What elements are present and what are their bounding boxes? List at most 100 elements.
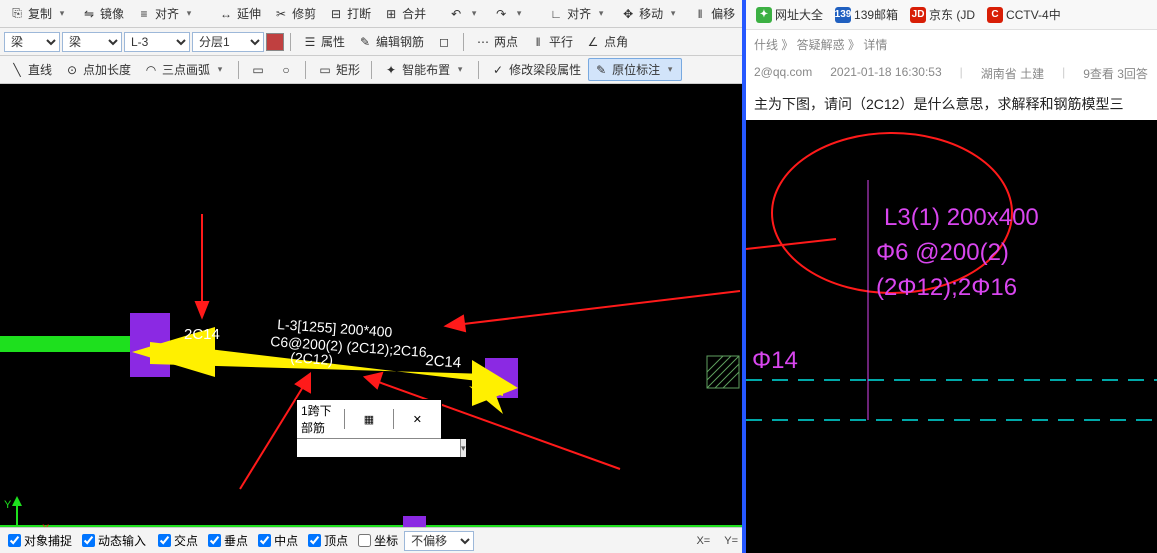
layer-select[interactable]: 分层1 [192, 32, 264, 52]
merge-icon: ⊞ [383, 6, 399, 22]
cross-toggle[interactable]: 交点 [154, 530, 202, 551]
toolbar-row-2: 梁 梁 L-3 分层1 ☰属性 ✎编辑钢筋 ◻ ⋯两点 ‖平行 ∠点角 [0, 28, 742, 56]
tab-jd[interactable]: JD京东 (JD [906, 4, 979, 25]
props-button[interactable]: ☰属性 [297, 30, 350, 53]
tool-a[interactable]: ▭ [245, 59, 271, 81]
right-cad-svg: L3(1) 200x400 Φ6 @200(2) (2Φ12);2Φ16 Φ14 [746, 120, 1157, 540]
beam-line-3: (2C12) [290, 349, 334, 368]
corner-button[interactable]: ∟对齐▾ [543, 2, 613, 25]
angle-button[interactable]: ∠点角 [580, 30, 633, 53]
arc3-button[interactable]: ◠三点画弧▾ [138, 58, 232, 81]
extend-icon: ↔ [218, 6, 234, 22]
beam-left [0, 336, 133, 352]
modseg-button[interactable]: ✓修改梁段属性 [485, 58, 586, 81]
vert-toggle[interactable]: 顶点 [304, 530, 352, 551]
popup-grid-icon[interactable]: ▦ [344, 409, 392, 429]
question-title: 主为下图，请问（2C12）是什么意思，求解释和钢筋模型三 [746, 88, 1157, 120]
merge-button[interactable]: ⊞合并 [378, 2, 431, 25]
ucs-axis: Y X [4, 496, 58, 527]
cad-canvas[interactable]: 2C14 L-3[1255] 200*400 C6@200(2) (2C12);… [0, 84, 742, 527]
twopt-button[interactable]: ⋯两点 [470, 30, 523, 53]
rebar-popup: 1跨下部筋 ▦ ✕ ▾ [296, 399, 442, 458]
redo-icon: ↷ [493, 6, 509, 22]
coord-readout: X= Y= [696, 535, 738, 547]
osnap-toggle[interactable]: 对象捕捉 [4, 530, 76, 551]
edit-rebar-button[interactable]: ✎编辑钢筋 [352, 30, 429, 53]
label-icon: ✎ [593, 62, 609, 78]
rebar-label-2: 2C14 [425, 352, 462, 371]
layer-color-icon [266, 33, 284, 51]
cctv-icon: C [987, 7, 1003, 23]
corner-icon: ∟ [548, 6, 564, 22]
mirror-button[interactable]: ⇋镜像 [76, 2, 129, 25]
perp-toggle[interactable]: 垂点 [204, 530, 252, 551]
offset-button[interactable]: ‖偏移 [687, 2, 740, 25]
popup-title: 1跨下部筋 [297, 400, 344, 438]
line-button[interactable]: ╲直线 [4, 58, 57, 81]
rebar-label-1: 2C14 [184, 326, 220, 343]
smart-button[interactable]: ✦智能布置▾ [378, 58, 472, 81]
right-cad-canvas: L3(1) 200x400 Φ6 @200(2) (2Φ12);2Φ16 Φ14 [746, 120, 1157, 553]
dyninput-toggle[interactable]: 动态输入 [78, 530, 150, 551]
copy-button[interactable]: ⎘复制▾ [4, 2, 74, 25]
check-icon: ✓ [490, 62, 506, 78]
tab-all[interactable]: ✦网址大全 [752, 4, 827, 25]
extendlen-button[interactable]: ⊙点加长度 [59, 58, 136, 81]
popup-input[interactable] [297, 439, 460, 457]
popup-dropdown-icon[interactable]: ▾ [460, 439, 466, 457]
rect-small-icon: ▭ [250, 62, 266, 78]
arc-icon: ◠ [143, 62, 159, 78]
category-select-2[interactable]: 梁 [62, 32, 122, 52]
rect-icon: ▭ [317, 62, 333, 78]
trim-icon: ✂ [273, 6, 289, 22]
right-pane: ✦网址大全 139139邮箱 JD京东 (JD CCCTV-4中 什线 》 答疑… [746, 0, 1157, 553]
beam-edges [746, 380, 1157, 420]
align-button[interactable]: ≡对齐▾ [131, 2, 201, 25]
move-icon: ✥ [620, 6, 636, 22]
r-line4: Φ14 [752, 347, 798, 374]
line-icon: ╲ [9, 62, 25, 78]
break-button[interactable]: ⊟打断 [323, 2, 376, 25]
beam-bottom-right [421, 525, 742, 527]
mirror-icon: ⇋ [81, 6, 97, 22]
column-3 [403, 516, 426, 527]
inplace-button[interactable]: ✎原位标注▾ [588, 58, 682, 81]
parallel-button[interactable]: ‖平行 [525, 30, 578, 53]
toolbar-row-1: ⎘复制▾ ⇋镜像 ≡对齐▾ ↔延伸 ✂修剪 ⊟打断 ⊞合并 ↶▾ ↷▾ ∟对齐▾… [0, 0, 742, 28]
trim-button[interactable]: ✂修剪 [268, 2, 321, 25]
rect-button[interactable]: ▭矩形 [312, 58, 365, 81]
browser-tabs: ✦网址大全 139139邮箱 JD京东 (JD CCCTV-4中 [746, 0, 1157, 30]
small-tool-1[interactable]: ◻ [431, 31, 457, 53]
hatch-block-1 [707, 356, 739, 388]
move-button[interactable]: ✥移动▾ [615, 2, 685, 25]
breadcrumb: 什线 》 答疑解惑 》 详情 [746, 30, 1157, 59]
r-line3: (2Φ12);2Φ16 [876, 274, 1017, 301]
coord-toggle[interactable]: 坐标 [354, 530, 402, 551]
tab-cctv[interactable]: CCCTV-4中 [983, 4, 1065, 25]
svg-text:X: X [42, 523, 50, 527]
type-select[interactable]: L-3 [124, 32, 190, 52]
copy-icon: ⎘ [9, 6, 25, 22]
cad-svg: 2C14 L-3[1255] 200*400 C6@200(2) (2C12);… [0, 84, 742, 527]
extend-button[interactable]: ↔延伸 [213, 2, 266, 25]
post-meta: 2@qq.com 2021-01-18 16:30:53 | 湖南省 土建 | … [746, 59, 1157, 88]
category-select-1[interactable]: 梁 [4, 32, 60, 52]
list-icon: ☰ [302, 34, 318, 50]
redo-button[interactable]: ↷▾ [488, 3, 531, 25]
popup-close-icon[interactable]: ✕ [393, 409, 441, 429]
mail-icon: 139 [835, 7, 851, 23]
tool-b[interactable]: ○ [273, 59, 299, 81]
left-pane: ⎘复制▾ ⇋镜像 ≡对齐▾ ↔延伸 ✂修剪 ⊟打断 ⊞合并 ↶▾ ↷▾ ∟对齐▾… [0, 0, 746, 553]
svg-text:Y: Y [4, 499, 12, 511]
tab-mail[interactable]: 139139邮箱 [831, 4, 902, 25]
jd-icon: JD [910, 7, 926, 23]
undo-button[interactable]: ↶▾ [443, 3, 486, 25]
offset-select[interactable]: 不偏移 [404, 531, 474, 551]
mid-toggle[interactable]: 中点 [254, 530, 302, 551]
red-arrows [196, 214, 740, 489]
twopt-icon: ⋯ [475, 34, 491, 50]
r-line2: Φ6 @200(2) [876, 239, 1009, 266]
undo-icon: ↶ [448, 6, 464, 22]
align-icon: ≡ [136, 6, 152, 22]
r-line1: L3(1) 200x400 [884, 204, 1039, 231]
